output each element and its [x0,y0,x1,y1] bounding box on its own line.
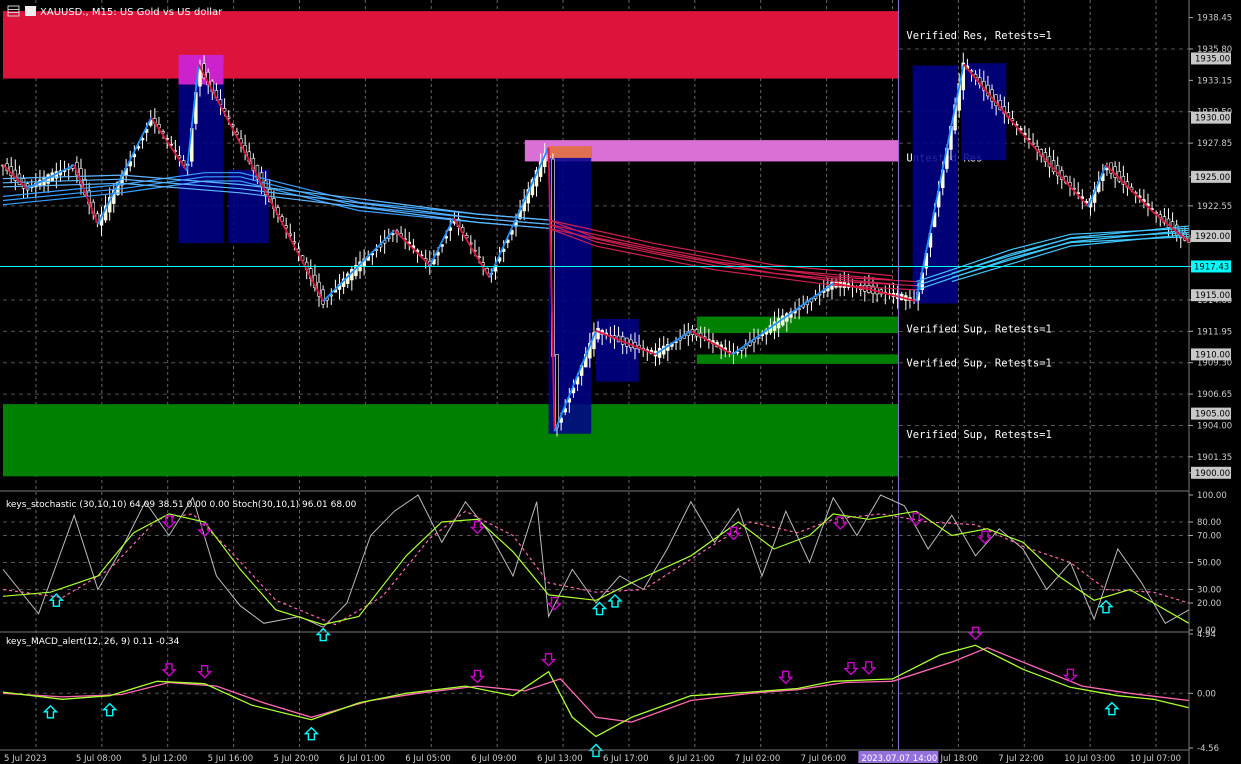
stoch-tick-label: 70.00 [1197,532,1221,542]
box-highlight [548,146,592,158]
price-tick-label: 1933.15 [1197,76,1232,86]
price-box [548,147,592,434]
stoch-tick-label: 50.00 [1197,559,1221,569]
price-level-tag-label: 1905.00 [1195,410,1230,420]
price-level-tag-label: 1930.00 [1195,114,1230,124]
price-level-tag-label: 1925.00 [1195,173,1230,183]
zone-label: Verified Sup, Retests=1 [906,429,1051,441]
candle-body [555,354,559,428]
stoch-tick-label: 80.00 [1197,518,1221,528]
price-tick-label: 1911.95 [1197,327,1232,337]
price-tick-label: 1906.65 [1197,390,1232,400]
time-tick-label: 6 Jul 05:00 [405,754,451,764]
zone-label: Verified Res, Retests=1 [906,30,1051,42]
zone-label: Verified Sup, Retests=1 [906,324,1051,336]
stoch-tick-label: 20.00 [1197,599,1221,609]
time-tick-label: 10 Jul 03:00 [1064,754,1115,764]
price-level-tag-label: 1900.00 [1195,469,1230,479]
time-tick-label: 7 Jul 02:00 [735,754,781,764]
time-tick-label: 6 Jul 17:00 [603,754,649,764]
time-tick-label: 6 Jul 21:00 [669,754,715,764]
zone-resistance[interactable] [3,11,899,79]
time-tick-label: 5 Jul 16:00 [208,754,254,764]
candle-body [198,69,202,87]
price-tick-label: 1922.55 [1197,202,1232,212]
zone-label: Verified Sup, Retests=1 [906,357,1051,369]
price-tick-label: 1927.85 [1197,139,1232,149]
chart-canvas[interactable]: Verified Res, Retests=1Untested ResVerif… [0,0,1241,764]
chart-title: XAUUSD., M15: US Gold vs US dollar [40,7,223,18]
time-tick-label: 10 Jul 07:00 [1130,754,1181,764]
stoch-tick-label: 30.00 [1197,586,1221,596]
symbol-flag-icon [25,6,36,16]
time-tick-label: 5 Jul 12:00 [142,754,188,764]
price-level-tag-label: 1920.00 [1195,232,1230,242]
chart-header: XAUUSD., M15: US Gold vs US dollar [7,5,223,18]
zone-support[interactable] [3,404,899,477]
stochastic-title: keys_stochastic (30,10,10) 64.09 38.51 0… [6,500,357,510]
zone-support[interactable] [696,316,899,334]
candle-body [321,289,325,305]
price-box [596,318,639,382]
time-tick-label: 6 Jul 13:00 [537,754,583,764]
price-tick-label: 1904.00 [1197,421,1232,431]
price-level-tag-label: 1915.00 [1195,291,1230,301]
time-tick-label: 6 Jul 09:00 [471,754,517,764]
time-tick-label: 6 Jul 01:00 [339,754,385,764]
stoch-tick-label: 100.00 [1197,491,1227,501]
time-tick-label: 7 Jul 22:00 [998,754,1044,764]
time-tick-label: 5 Jul 20:00 [274,754,320,764]
price-level-tag-label: 1935.00 [1195,54,1230,64]
candle-body [596,327,600,340]
time-tick-label: 7 Jul 18:00 [932,754,978,764]
price-level-tag-label: 1910.00 [1195,350,1230,360]
price-tick-label: 1901.35 [1197,453,1232,463]
current-price-label: 1917.43 [1194,262,1229,272]
time-tick-label: 5 Jul 08:00 [76,754,122,764]
time-tick-label: 7 Jul 06:00 [801,754,847,764]
time-tick-label: 5 Jul 2023 [4,754,47,764]
price-tick-label: 1938.45 [1197,14,1232,24]
candle-body [1105,168,1109,171]
macd-tick-label: 4.94 [1197,630,1216,640]
cursor-time-label: 2023.07.07 14:00 [861,754,937,764]
macd-tick-label: 0.00 [1197,689,1216,699]
macd-tick-label: -4.56 [1197,744,1219,754]
price-box [912,65,958,304]
zone-support[interactable] [696,354,899,364]
macd-title: keys_MACD_alert(12, 26, 9) 0.11 -0.34 [6,637,180,647]
